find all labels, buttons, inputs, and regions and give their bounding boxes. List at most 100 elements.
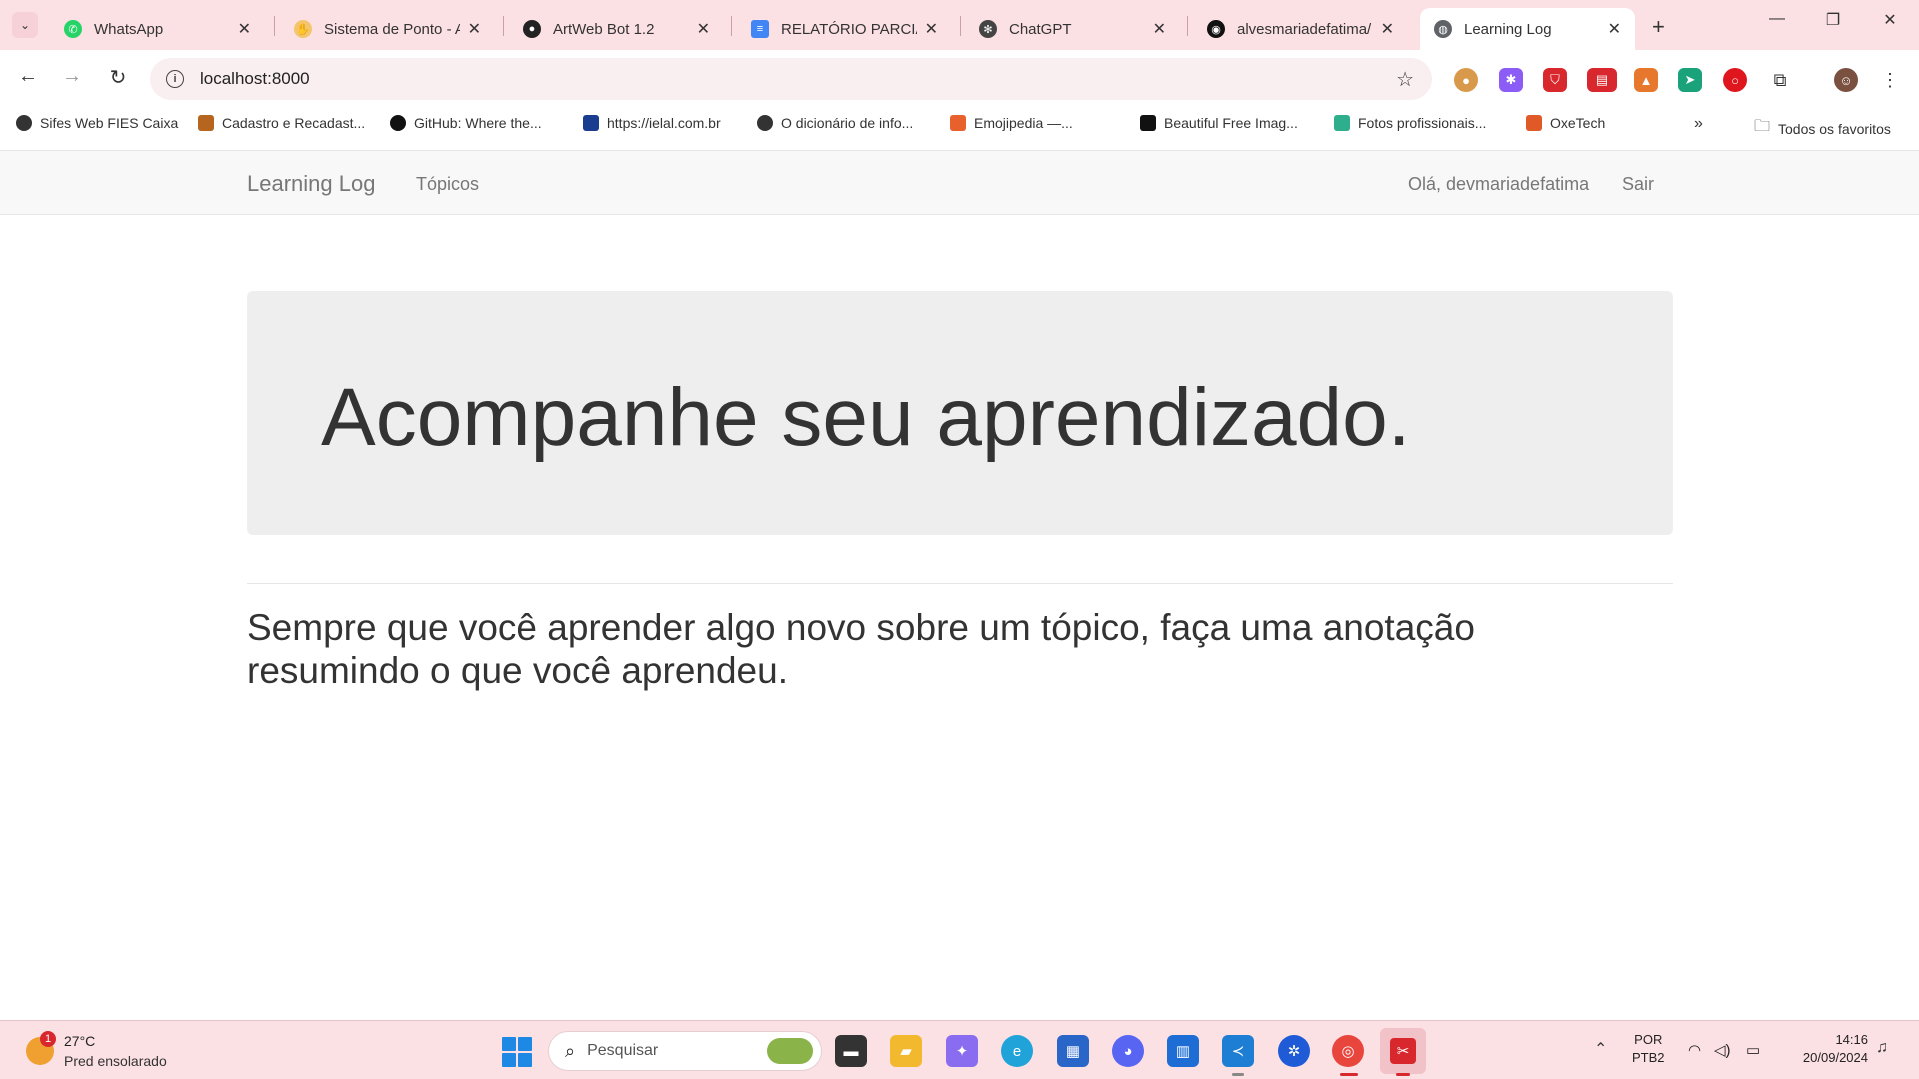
- more-bookmarks-chevron-icon[interactable]: »: [1694, 115, 1703, 133]
- search-highlight-icon: [767, 1038, 813, 1064]
- bookmark-item[interactable]: Beautiful Free Imag...: [1140, 115, 1298, 131]
- hand-icon: ✋: [294, 20, 312, 38]
- lead-paragraph: Sempre que você aprender algo novo sobre…: [247, 607, 1475, 691]
- task-view-icon[interactable]: ▬: [835, 1035, 867, 1067]
- globe-icon: [16, 115, 32, 131]
- tab-artweb-bot[interactable]: ● ArtWeb Bot 1.2 ✕: [509, 8, 724, 50]
- tab-github[interactable]: ◉ alvesmariadefatima/ ✕: [1193, 8, 1408, 50]
- url-text[interactable]: localhost:8000: [200, 69, 1396, 89]
- settings-app-icon[interactable]: ✲: [1278, 1035, 1310, 1067]
- bookmark-item[interactable]: Emojipedia —...: [950, 115, 1073, 131]
- close-icon[interactable]: ✕: [468, 19, 481, 39]
- new-tab-plus-icon[interactable]: +: [1652, 14, 1665, 40]
- bookmark-item[interactable]: Cadastro e Recadast...: [198, 115, 365, 131]
- bookmark-item[interactable]: https://ielal.com.br: [583, 115, 721, 131]
- running-indicator: [1340, 1073, 1358, 1076]
- tab-chatgpt[interactable]: ✻ ChatGPT ✕: [965, 8, 1180, 50]
- avatar[interactable]: ☺: [1834, 68, 1858, 92]
- close-icon[interactable]: ✕: [697, 19, 710, 39]
- bookmark-star-icon[interactable]: ☆: [1396, 67, 1414, 92]
- page-title: Acompanhe seu aprendizado.: [321, 372, 1411, 463]
- user-greeting: Olá, devmariadefatima: [1408, 174, 1590, 194]
- notification-badge: 1: [40, 1031, 56, 1047]
- whatsapp-icon: ✆: [64, 20, 82, 38]
- windows-start-icon[interactable]: [502, 1037, 532, 1067]
- tray-chevron-up-icon[interactable]: ⌃: [1594, 1039, 1607, 1059]
- chrome-icon[interactable]: ◎: [1332, 1035, 1364, 1067]
- notification-bell-icon[interactable]: ♫: [1876, 1039, 1888, 1057]
- browser-toolbar: ← → ↻ i localhost:8000 ☆ ● ✱ ⛉ ▤ ▲ ➤ ○ ⧉…: [0, 50, 1919, 108]
- close-icon[interactable]: ✕: [925, 19, 938, 39]
- artweb-icon: ●: [523, 20, 541, 38]
- logout-link[interactable]: Sair: [1622, 174, 1654, 195]
- bookmark-item[interactable]: Sifes Web FIES Caixa: [16, 115, 178, 131]
- running-indicator: [1232, 1073, 1244, 1076]
- address-bar[interactable]: i localhost:8000 ☆: [150, 58, 1432, 100]
- docs-icon: ≡: [751, 20, 769, 38]
- ielal-icon: [583, 115, 599, 131]
- brand-link[interactable]: Learning Log: [247, 171, 375, 197]
- divider: [247, 583, 1673, 584]
- file-explorer-icon[interactable]: ▰: [890, 1035, 922, 1067]
- restore-icon[interactable]: ❐: [1813, 10, 1853, 30]
- github-icon: ◉: [1207, 20, 1225, 38]
- copilot-icon[interactable]: ✦: [946, 1035, 978, 1067]
- chatgpt-icon: ✻: [979, 20, 997, 38]
- tab-relatorio[interactable]: ≡ RELATÓRIO PARCIAL ✕: [737, 8, 952, 50]
- store-icon[interactable]: ▦: [1057, 1035, 1089, 1067]
- tab-whatsapp[interactable]: ✆ WhatsApp ✕: [50, 8, 265, 50]
- weather-description[interactable]: Pred ensolarado: [64, 1053, 167, 1069]
- new-badge-extension-icon[interactable]: ▤: [1587, 68, 1617, 92]
- v-logo-icon: [198, 115, 214, 131]
- trello-icon[interactable]: ▥: [1167, 1035, 1199, 1067]
- shield-extension-icon[interactable]: ⛉: [1543, 68, 1567, 92]
- reload-icon[interactable]: ↻: [104, 65, 132, 90]
- window-close-icon[interactable]: ✕: [1870, 10, 1910, 30]
- edge-icon[interactable]: e: [1001, 1035, 1033, 1067]
- close-icon[interactable]: ✕: [1381, 19, 1394, 39]
- bookmark-item[interactable]: O dicionário de info...: [757, 115, 913, 131]
- gear-extension-icon[interactable]: ✱: [1499, 68, 1523, 92]
- nav-topics-link[interactable]: Tópicos: [416, 174, 479, 195]
- cookie-extension-icon[interactable]: ●: [1454, 68, 1478, 92]
- bookmark-item[interactable]: Fotos profissionais...: [1334, 115, 1486, 131]
- web-page: Learning Log Tópicos Olá, devmariadefati…: [0, 151, 1919, 1020]
- emojipedia-icon: [950, 115, 966, 131]
- puzzle-extensions-icon[interactable]: ⧉: [1768, 68, 1792, 92]
- chevron-down-icon: ⌄: [19, 18, 31, 32]
- bookmark-item[interactable]: GitHub: Where the...: [390, 115, 542, 131]
- discord-icon[interactable]: ◕: [1112, 1035, 1144, 1067]
- weather-temperature[interactable]: 27°C: [64, 1033, 95, 1049]
- tab-search-button[interactable]: ⌄: [12, 12, 38, 38]
- globe-icon: [757, 115, 773, 131]
- bird-extension-icon[interactable]: ➤: [1678, 68, 1702, 92]
- snipping-tool-icon[interactable]: ✂: [1380, 1028, 1426, 1074]
- minimize-icon[interactable]: —: [1757, 10, 1797, 28]
- tab-learning-log[interactable]: ◍ Learning Log ✕: [1420, 8, 1635, 50]
- tab-sistema-ponto[interactable]: ✋ Sistema de Ponto - A ✕: [280, 8, 495, 50]
- system-clock[interactable]: 14:16 20/09/2024: [1786, 1031, 1868, 1067]
- metamask-icon[interactable]: ▲: [1634, 68, 1658, 92]
- photo-icon: [1334, 115, 1350, 131]
- bookmark-item[interactable]: OxeTech: [1526, 115, 1605, 131]
- folder-icon: 🗀: [1754, 118, 1771, 135]
- forward-arrow-icon[interactable]: →: [58, 65, 86, 88]
- close-icon[interactable]: ✕: [238, 19, 251, 39]
- scissors-icon: ✂: [1390, 1038, 1416, 1064]
- close-icon[interactable]: ✕: [1608, 19, 1621, 39]
- opera-extension-icon[interactable]: ○: [1723, 68, 1747, 92]
- all-bookmarks-folder[interactable]: 🗀 Todos os favoritos: [1754, 115, 1891, 142]
- close-icon[interactable]: ✕: [1153, 19, 1166, 39]
- wifi-icon[interactable]: ◠: [1688, 1041, 1701, 1059]
- language-indicator[interactable]: POR PTB2: [1632, 1031, 1665, 1067]
- volume-icon[interactable]: ◁): [1714, 1041, 1731, 1059]
- oxetech-icon: [1526, 115, 1542, 131]
- back-arrow-icon[interactable]: ←: [14, 65, 42, 88]
- battery-icon[interactable]: ▭: [1746, 1041, 1760, 1059]
- tab-strip: ⌄ ✆ WhatsApp ✕ ✋ Sistema de Ponto - A ✕ …: [0, 0, 1919, 50]
- site-info-icon[interactable]: i: [166, 70, 184, 88]
- menu-dots-icon[interactable]: ⋮: [1878, 68, 1902, 92]
- taskbar-search[interactable]: ⌕ Pesquisar: [548, 1031, 822, 1071]
- unsplash-icon: [1140, 115, 1156, 131]
- vscode-icon[interactable]: ≺: [1222, 1035, 1254, 1067]
